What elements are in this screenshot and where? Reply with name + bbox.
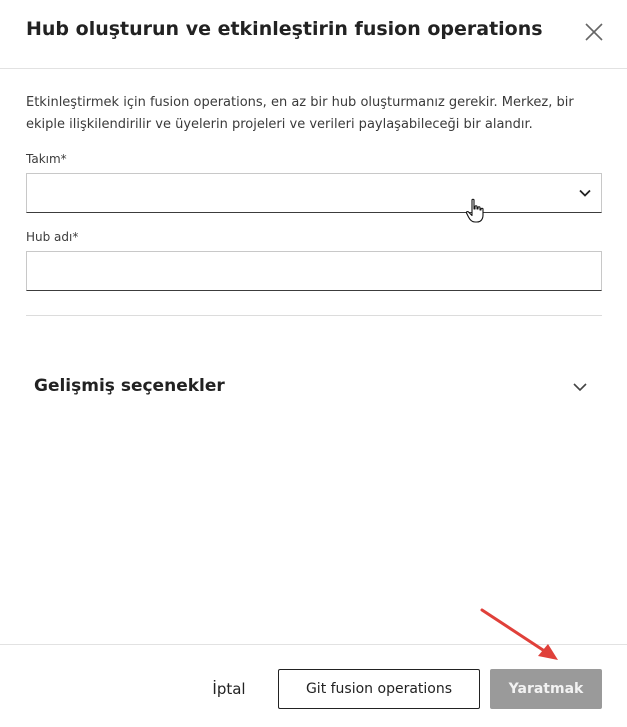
hub-name-label: Hub adı* — [26, 230, 79, 244]
advanced-options-label: Gelişmiş seçenekler — [34, 376, 225, 396]
team-select[interactable] — [26, 173, 602, 213]
cancel-button[interactable]: İptal — [200, 669, 258, 709]
team-label: Takım* — [26, 152, 67, 166]
hand-pointer-icon — [465, 198, 484, 223]
advanced-options-toggle[interactable]: Gelişmiş seçenekler — [26, 366, 602, 406]
section-divider — [26, 315, 602, 316]
dialog-header: Hub oluşturun ve etkinleştirin fusion op… — [0, 0, 627, 69]
dialog-footer: İptal Git fusion operations Yaratmak — [0, 644, 627, 727]
close-icon — [585, 23, 603, 41]
dialog-title: Hub oluşturun ve etkinleştirin fusion op… — [26, 18, 543, 40]
dialog-description: Etkinleştirmek için fusion operations, e… — [26, 95, 574, 132]
create-hub-dialog: Hub oluşturun ve etkinleştirin fusion op… — [0, 0, 627, 727]
hub-name-input[interactable] — [26, 251, 602, 291]
go-fusion-operations-button[interactable]: Git fusion operations — [278, 669, 480, 709]
create-button[interactable]: Yaratmak — [490, 669, 602, 709]
close-button[interactable] — [582, 20, 606, 44]
chevron-down-icon — [579, 189, 591, 197]
chevron-down-icon — [573, 383, 587, 392]
